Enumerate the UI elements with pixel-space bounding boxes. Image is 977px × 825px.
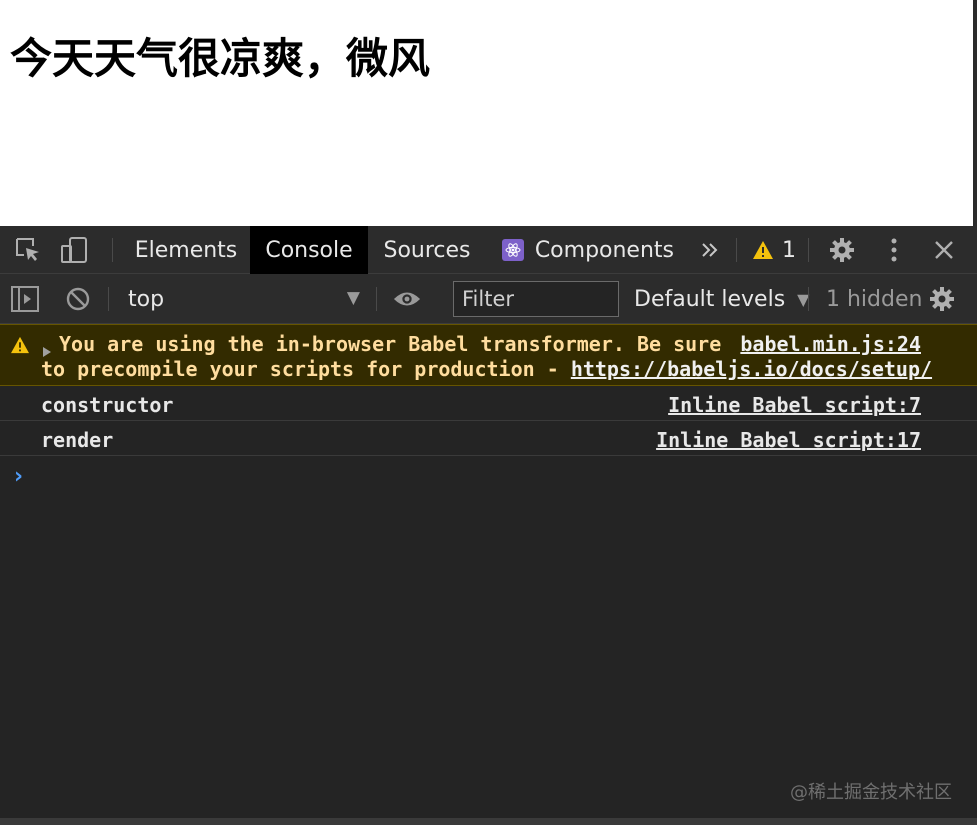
toolbar-divider xyxy=(376,287,377,311)
console-message-warning: You are using the in-browser Babel trans… xyxy=(0,324,977,386)
console-settings-gear-icon[interactable] xyxy=(928,285,956,313)
page-heading: 今天天气很凉爽，微风 xyxy=(10,34,431,83)
more-tabs-icon[interactable] xyxy=(696,236,724,264)
tab-label: Sources xyxy=(383,237,471,263)
settings-gear-icon[interactable] xyxy=(828,236,856,264)
toolbar-divider xyxy=(736,238,737,262)
more-options-icon[interactable] xyxy=(880,236,908,264)
warnings-count: 1 xyxy=(782,237,796,263)
source-link[interactable]: babel.min.js:24 xyxy=(740,332,921,356)
warning-text: to precompile your scripts for productio… xyxy=(41,357,571,381)
log-levels-dropdown[interactable]: Default levels ▼ xyxy=(634,274,809,324)
toolbar-divider xyxy=(808,287,809,311)
log-text: render xyxy=(41,428,114,452)
filter-input[interactable] xyxy=(453,281,619,317)
bottom-scrollbar xyxy=(0,818,977,825)
context-select[interactable]: top ▼ xyxy=(120,274,370,324)
tab-console[interactable]: Console xyxy=(250,226,368,274)
dropdown-arrow-icon: ▼ xyxy=(346,288,360,308)
console-message-log: constructor Inline Babel script:7 xyxy=(0,386,977,421)
devtools-toolbar: Elements Console Sources Components 1 xyxy=(0,226,977,274)
tab-label: Components xyxy=(534,237,674,263)
toolbar-divider xyxy=(112,238,113,262)
tab-sources[interactable]: Sources xyxy=(372,226,482,274)
clear-console-icon[interactable] xyxy=(64,285,92,313)
warning-icon xyxy=(10,335,30,359)
source-link[interactable]: Inline Babel script:17 xyxy=(656,428,921,452)
tab-elements[interactable]: Elements xyxy=(126,226,246,274)
levels-label: Default levels xyxy=(634,286,786,312)
console-messages: You are using the in-browser Babel trans… xyxy=(0,324,977,456)
devtools-panel: Elements Console Sources Components 1 to… xyxy=(0,226,977,825)
close-icon[interactable] xyxy=(930,236,958,264)
log-text: constructor xyxy=(41,393,174,417)
hidden-messages-count: 1 hidden xyxy=(826,286,923,312)
console-prompt[interactable]: › xyxy=(14,464,23,489)
source-link[interactable]: Inline Babel script:7 xyxy=(668,393,921,417)
window-edge xyxy=(973,0,977,226)
babel-docs-link[interactable]: https://babeljs.io/docs/setup/ xyxy=(571,357,932,381)
warning-text-line1: You are using the in-browser Babel trans… xyxy=(59,332,722,356)
context-value: top xyxy=(128,286,165,312)
tab-label: Console xyxy=(265,237,353,263)
watermark: @稀土掘金技术社区 xyxy=(790,782,952,803)
tab-label: Elements xyxy=(134,237,238,263)
live-expression-eye-icon[interactable] xyxy=(393,285,421,313)
tab-components[interactable]: Components xyxy=(502,226,674,274)
warning-icon xyxy=(753,241,773,259)
device-toolbar-icon[interactable] xyxy=(60,236,88,264)
inspect-element-icon[interactable] xyxy=(14,236,42,264)
sidebar-toggle-icon[interactable] xyxy=(11,285,39,313)
toolbar-divider xyxy=(108,287,109,311)
warning-text-line2: to precompile your scripts for productio… xyxy=(41,357,932,381)
toolbar-divider xyxy=(808,238,809,262)
console-toolbar: top ▼ Default levels ▼ 1 hidden xyxy=(0,274,977,324)
warnings-counter[interactable]: 1 xyxy=(752,226,796,274)
react-icon xyxy=(502,239,524,261)
console-message-log: render Inline Babel script:17 xyxy=(0,421,977,456)
page-area: 今天天气很凉爽，微风 xyxy=(0,0,977,226)
